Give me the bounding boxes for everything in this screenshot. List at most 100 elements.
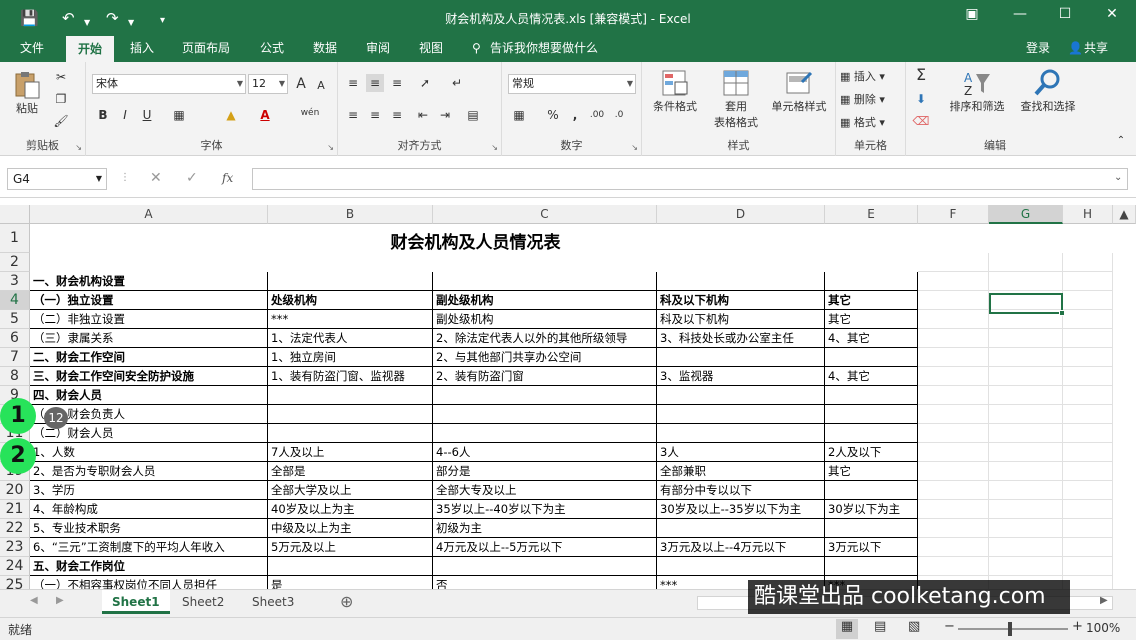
tab-file[interactable]: 文件: [16, 36, 48, 62]
table-cell-b[interactable]: 7人及以上: [268, 443, 433, 462]
table-cell-c[interactable]: 初级为主: [433, 519, 657, 538]
table-cell-a[interactable]: 4、年龄构成: [30, 500, 268, 519]
clipboard-launcher-icon[interactable]: ↘: [75, 143, 82, 152]
table-cell-a[interactable]: 1、人数: [30, 443, 268, 462]
table-cell-e[interactable]: [825, 348, 918, 367]
shrink-font-icon[interactable]: A: [312, 77, 330, 95]
column-header-c[interactable]: C: [433, 205, 657, 224]
row-header[interactable]: 2: [0, 253, 30, 272]
table-cell-b[interactable]: 全部是: [268, 462, 433, 481]
number-launcher-icon[interactable]: ↘: [631, 143, 638, 152]
normal-view-icon[interactable]: ▦: [836, 619, 858, 639]
table-cell-a[interactable]: 3、学历: [30, 481, 268, 500]
row-header[interactable]: 20: [0, 481, 30, 500]
next-sheet-icon[interactable]: ▶: [56, 595, 64, 606]
empty-cell[interactable]: [918, 405, 989, 424]
tab-data[interactable]: 数据: [309, 36, 341, 62]
row-header[interactable]: 24: [0, 557, 30, 576]
row-header[interactable]: 25: [0, 576, 30, 589]
wrap-text-icon[interactable]: ↵: [448, 74, 466, 92]
table-cell-c[interactable]: 2、装有防盗门窗: [433, 367, 657, 386]
bold-button[interactable]: B: [94, 106, 112, 124]
table-cell-a[interactable]: （二）非独立设置: [30, 310, 268, 329]
cancel-icon[interactable]: ✕: [150, 170, 162, 186]
empty-cell[interactable]: [1063, 557, 1113, 576]
tab-page-layout[interactable]: 页面布局: [178, 36, 234, 62]
empty-cell[interactable]: [1063, 367, 1113, 386]
empty-cell[interactable]: [1063, 576, 1113, 589]
table-cell-d[interactable]: 3人: [657, 443, 825, 462]
number-format-select[interactable]: 常规 ▼: [508, 74, 636, 94]
table-cell-a[interactable]: 2、是否为专职财会人员: [30, 462, 268, 481]
sheet-tab-sheet2[interactable]: Sheet2: [172, 590, 234, 614]
empty-cell[interactable]: [1063, 481, 1113, 500]
table-cell-e[interactable]: 2人及以下: [825, 443, 918, 462]
table-cell-c[interactable]: 全部大专及以上: [433, 481, 657, 500]
autosum-icon[interactable]: Σ: [912, 66, 930, 84]
empty-cell[interactable]: [918, 348, 989, 367]
format-painter-icon[interactable]: 🖌: [52, 112, 70, 130]
table-cell-d[interactable]: [657, 348, 825, 367]
table-cell-c[interactable]: [433, 272, 657, 291]
row-header[interactable]: 5: [0, 310, 30, 329]
table-cell-b[interactable]: [268, 405, 433, 424]
increase-indent-icon[interactable]: ⇥: [436, 106, 454, 124]
table-cell-b[interactable]: ***: [268, 310, 433, 329]
font-name-select[interactable]: 宋体 ▼: [92, 74, 246, 94]
page-layout-view-icon[interactable]: ▤: [874, 619, 886, 634]
tab-home[interactable]: 开始: [66, 36, 114, 62]
table-cell-c[interactable]: 2、与其他部门共享办公空间: [433, 348, 657, 367]
row-header[interactable]: 3: [0, 272, 30, 291]
tab-formulas[interactable]: 公式: [256, 36, 288, 62]
insert-function-button[interactable]: fx: [222, 171, 233, 185]
minimize-icon[interactable]: —: [1008, 6, 1032, 22]
zoom-slider[interactable]: [958, 628, 1068, 630]
table-cell-b[interactable]: [268, 424, 433, 443]
table-cell-c[interactable]: 4--6人: [433, 443, 657, 462]
empty-cell[interactable]: [1063, 272, 1113, 291]
empty-cell[interactable]: [989, 481, 1063, 500]
tell-me-box[interactable]: 告诉我你想要做什么: [486, 36, 602, 62]
row-header[interactable]: 8: [0, 367, 30, 386]
empty-cell[interactable]: [1063, 329, 1113, 348]
row-header[interactable]: 23: [0, 538, 30, 557]
fill-handle[interactable]: [1059, 310, 1065, 316]
table-cell-c[interactable]: 2、除法定代表人以外的其他所级领导: [433, 329, 657, 348]
row-header[interactable]: 6: [0, 329, 30, 348]
empty-cell[interactable]: [989, 462, 1063, 481]
table-cell-c[interactable]: 4万元及以上--5万元以下: [433, 538, 657, 557]
table-cell-b[interactable]: 处级机构: [268, 291, 433, 310]
empty-cell[interactable]: [989, 329, 1063, 348]
table-cell-e[interactable]: [825, 405, 918, 424]
table-cell-c[interactable]: 副处级机构: [433, 291, 657, 310]
table-cell-b[interactable]: 1、法定代表人: [268, 329, 433, 348]
table-cell-a[interactable]: （三）隶属关系: [30, 329, 268, 348]
table-cell-e[interactable]: 其它: [825, 291, 918, 310]
empty-cell[interactable]: [918, 500, 989, 519]
paste-button[interactable]: 粘贴: [10, 70, 44, 116]
table-cell-c[interactable]: 副处级机构: [433, 310, 657, 329]
zoom-out-icon[interactable]: −: [944, 619, 955, 634]
empty-cell[interactable]: [1063, 291, 1113, 310]
conditional-format-button[interactable]: 条件格式: [646, 68, 704, 114]
fill-color-icon[interactable]: ▲: [222, 106, 240, 124]
empty-cell[interactable]: [989, 557, 1063, 576]
table-cell-d[interactable]: [657, 519, 825, 538]
insert-cells-button[interactable]: ▦ 插入 ▾: [840, 68, 904, 84]
table-cell-d[interactable]: 科及以下机构: [657, 310, 825, 329]
empty-cell[interactable]: [989, 367, 1063, 386]
table-cell-b[interactable]: [268, 386, 433, 405]
empty-cell[interactable]: [1063, 386, 1113, 405]
table-cell-e[interactable]: 30岁以下为主: [825, 500, 918, 519]
percent-button[interactable]: %: [544, 106, 562, 124]
table-cell-a[interactable]: 四、财会人员: [30, 386, 268, 405]
empty-cell[interactable]: [918, 310, 989, 329]
column-header-g[interactable]: G: [989, 205, 1063, 224]
expand-formula-icon[interactable]: ⌄: [1114, 172, 1122, 183]
copy-icon[interactable]: ❐: [52, 90, 70, 108]
table-cell-e[interactable]: [825, 481, 918, 500]
table-cell-e[interactable]: [825, 424, 918, 443]
empty-cell[interactable]: [1063, 348, 1113, 367]
align-right-icon[interactable]: ≡: [388, 106, 406, 124]
table-cell-e[interactable]: 4、其它: [825, 329, 918, 348]
